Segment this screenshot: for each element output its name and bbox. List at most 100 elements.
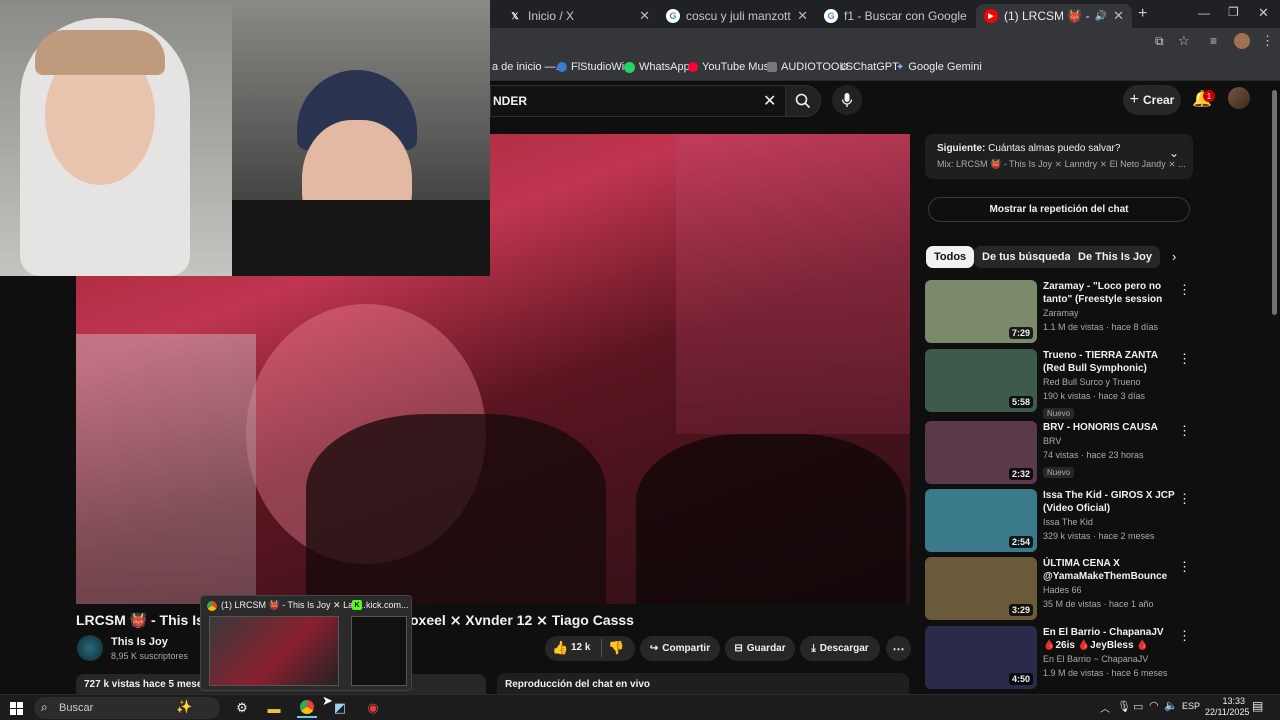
share-button[interactable]: ↪ Compartir — [640, 636, 720, 661]
video-title[interactable]: Issa The Kid - GIROS X JCP (Video Oficia… — [1043, 489, 1178, 515]
restore-icon[interactable]: ❐ — [1228, 5, 1239, 19]
show-chat-replay-button[interactable]: Mostrar la repetición del chat — [928, 197, 1190, 222]
channel-name[interactable]: This Is Joy — [111, 636, 168, 648]
video-title[interactable]: Trueno - TIERRA ZANTA (Red Bull Symphoni… — [1043, 349, 1178, 375]
live-chat-replay-panel[interactable]: Reproducción del chat en vivo — [497, 673, 909, 695]
install-icon[interactable]: ⧉ — [1155, 34, 1164, 49]
microphone-icon[interactable]: 🎙 — [1117, 700, 1131, 713]
volume-icon[interactable]: 🔈 — [1164, 699, 1178, 712]
chip-de-this-is-joy[interactable]: De This Is Joy — [1070, 246, 1160, 268]
clock[interactable]: 13:33 22/11/2025 — [1205, 696, 1249, 718]
speaker-icon[interactable]: 🔊 — [1095, 11, 1107, 22]
language-indicator[interactable]: ESP — [1182, 701, 1200, 711]
list-item[interactable]: 3:29 ÚLTIMA CENA X @YamaMakeThemBounce Ha… — [925, 557, 1195, 621]
bookmark-star-icon[interactable]: ☆ — [1178, 33, 1190, 49]
bookmark-label: a de inicio —... — [492, 61, 565, 73]
bookmark-flstudio[interactable]: FlStudioWin — [557, 61, 630, 73]
profile-avatar[interactable] — [1234, 33, 1250, 49]
video-figures-shape — [306, 414, 606, 604]
video-title[interactable]: BRV - HONORIS CAUSA — [1043, 421, 1178, 434]
list-item[interactable]: 2:32 BRV - HONORIS CAUSA BRV 74 vistas · h… — [925, 421, 1195, 485]
video-thumbnail: 2:32 — [925, 421, 1037, 484]
whatsapp-icon — [624, 61, 635, 73]
channel-name[interactable]: Red Bull Surco y Trueno — [1043, 375, 1178, 389]
tab-google-f1[interactable]: G f1 - Buscar con Google ✕ — [816, 4, 974, 28]
chevron-up-icon[interactable]: ︿ — [1100, 700, 1110, 715]
next-up-panel[interactable]: Siguiente: Cuántas almas puedo salvar? M… — [925, 134, 1193, 179]
notification-center-icon[interactable]: ▤ — [1252, 699, 1263, 713]
save-button[interactable]: ⊟ Guardar — [725, 636, 795, 661]
wifi-icon[interactable]: ◠ — [1149, 699, 1159, 712]
chip-todos[interactable]: Todos — [926, 246, 975, 268]
close-icon[interactable]: ✕ — [797, 8, 808, 24]
list-item[interactable]: 7:29 Zaramay - "Loco pero no tanto" (Fre… — [925, 280, 1195, 344]
reading-list-icon[interactable]: ≡ — [1210, 34, 1217, 48]
dislike-icon[interactable]: 👎 — [608, 640, 624, 656]
more-options-icon[interactable]: ⋮ — [1178, 559, 1191, 575]
search-button[interactable] — [785, 85, 821, 117]
close-icon[interactable]: ✕ — [639, 8, 650, 24]
bookmark-label: ChatGPT — [852, 61, 899, 73]
channel-name[interactable]: Zaramay — [1043, 306, 1178, 320]
channel-name[interactable]: Issa The Kid — [1043, 515, 1178, 529]
download-button[interactable]: ⤓ Descargar — [800, 636, 880, 661]
channel-avatar[interactable] — [77, 635, 103, 661]
video-thumbnail: 5:58 — [925, 349, 1037, 412]
close-window-icon[interactable]: ✕ — [1258, 5, 1269, 21]
create-button[interactable]: + Crear — [1123, 85, 1181, 115]
voice-search-button[interactable] — [832, 85, 862, 115]
preview-thumbnail[interactable] — [209, 616, 339, 686]
search-input[interactable]: NDER — [493, 94, 527, 108]
channel-name[interactable]: En El Barrio ~ ChapanaJV — [1043, 652, 1178, 666]
tab-youtube-active[interactable]: ▶ (1) LRCSM 👹 - This Is Joy 🔊 ✕ — [976, 4, 1132, 28]
bookmark-chatgpt[interactable]: ⚙ ChatGPT — [840, 61, 899, 73]
clear-search-icon[interactable]: ✕ — [763, 91, 776, 111]
taskbar-search-box[interactable]: ⌕ Buscar ✨ — [34, 697, 220, 719]
settings-gear-icon[interactable]: ⚙ — [232, 698, 252, 718]
tab-google-coscu[interactable]: G coscu y juli manzotti - Buscar c ✕ — [658, 4, 816, 28]
list-item[interactable]: 4:50 En El Barrio - ChapanaJV 🩸26is 🩸Jey… — [925, 626, 1195, 690]
app-taskbar-icon[interactable]: ◩ — [330, 698, 350, 718]
bookmark-whatsapp[interactable]: WhatsApp — [624, 61, 690, 73]
more-actions-button[interactable]: ⋯ — [886, 636, 911, 661]
windows-start-icon[interactable] — [6, 698, 26, 718]
channel-name[interactable]: Hades 66 — [1043, 583, 1178, 597]
like-count[interactable]: 12 k — [571, 642, 590, 653]
more-options-icon[interactable]: ⋮ — [1178, 628, 1191, 644]
preview-thumbnail[interactable] — [351, 616, 407, 686]
bookmark-inicio[interactable]: a de inicio —... — [492, 61, 565, 73]
video-title[interactable]: ÚLTIMA CENA X @YamaMakeThemBounce — [1043, 557, 1178, 583]
minimize-icon[interactable]: — — [1198, 6, 1210, 20]
channel-name[interactable]: BRV — [1043, 434, 1178, 448]
more-options-icon[interactable]: ⋮ — [1178, 351, 1191, 367]
new-tab-button[interactable]: + — [1138, 5, 1147, 23]
obs-taskbar-icon[interactable]: ◉ — [363, 698, 383, 718]
search-box[interactable]: NDER ✕ — [490, 85, 785, 117]
network-icon[interactable]: ▭ — [1133, 700, 1143, 713]
scrollbar-thumb[interactable] — [1272, 90, 1277, 315]
menu-icon[interactable]: ⋮ — [1261, 33, 1274, 49]
more-options-icon[interactable]: ⋮ — [1178, 491, 1191, 507]
chrome-taskbar-icon[interactable] — [297, 698, 317, 718]
avatar[interactable] — [1228, 87, 1250, 109]
chip-de-tus-busquedas[interactable]: De tus búsquedas — [974, 246, 1085, 268]
close-icon[interactable]: ✕ — [973, 8, 974, 24]
preview-title-kick[interactable]: K kick.com... — [352, 600, 409, 610]
file-explorer-icon[interactable]: ▬ — [264, 698, 284, 718]
more-options-icon[interactable]: ⋮ — [1178, 282, 1191, 298]
preview-title-chrome[interactable]: (1) LRCSM 👹 - This Is Joy ✕ Lan... — [207, 600, 366, 611]
list-item[interactable]: 2:54 Issa The Kid - GIROS X JCP (Video O… — [925, 489, 1195, 553]
more-options-icon[interactable]: ⋮ — [1178, 423, 1191, 439]
chevron-right-icon[interactable]: › — [1172, 249, 1176, 264]
bookmark-youtube-music[interactable]: YouTube Music — [688, 61, 777, 73]
video-title[interactable]: Zaramay - "Loco pero no tanto" (Freestyl… — [1043, 280, 1178, 306]
gemini-icon: ✦ — [896, 61, 905, 73]
list-item[interactable]: 5:58 Trueno - TIERRA ZANTA (Red Bull Sym… — [925, 349, 1195, 419]
bookmark-gemini[interactable]: ✦ Google Gemini — [896, 61, 982, 73]
plus-icon: + — [1129, 91, 1139, 108]
tab-x[interactable]: 𝕏 Inicio / X ✕ — [500, 4, 658, 28]
chevron-down-icon[interactable]: ⌄ — [1169, 146, 1179, 160]
like-icon[interactable]: 👍 — [552, 640, 568, 656]
video-title[interactable]: En El Barrio - ChapanaJV 🩸26is 🩸JeyBless… — [1043, 626, 1178, 652]
close-icon[interactable]: ✕ — [1113, 8, 1124, 24]
